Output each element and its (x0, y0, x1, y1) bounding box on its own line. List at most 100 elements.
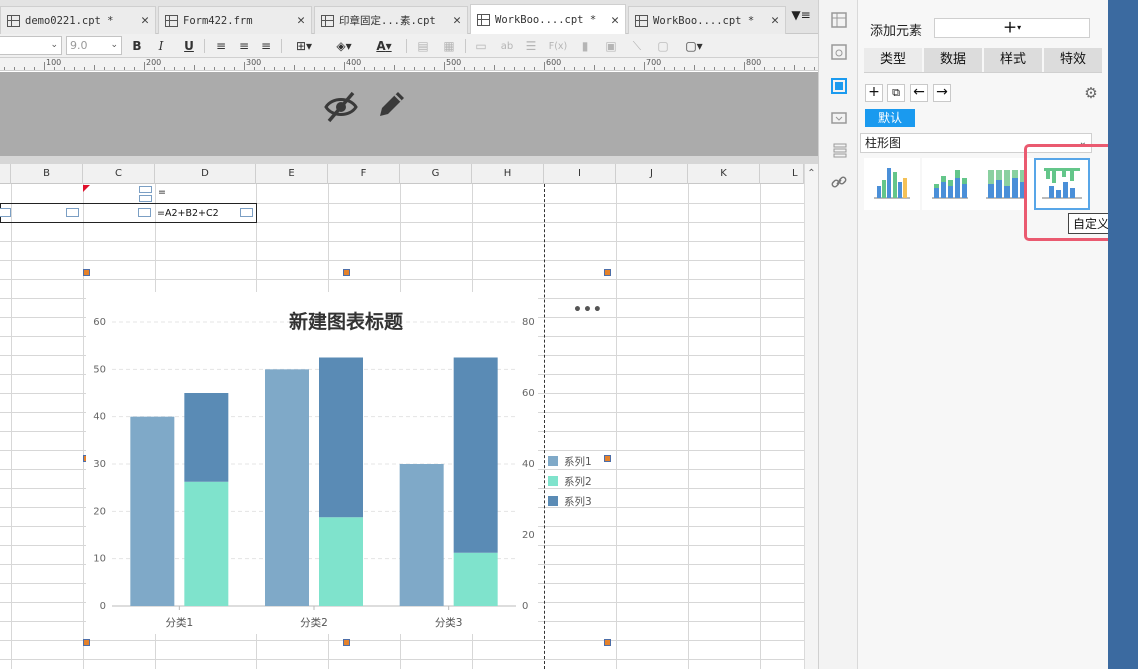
ruler-tick (654, 67, 655, 70)
ruler-tick (744, 62, 745, 70)
tab-list-dropdown-icon[interactable]: ▼≡ (790, 8, 812, 28)
list-attributes-icon[interactable] (831, 142, 847, 158)
default-chart-tab[interactable]: 默认 (865, 109, 915, 127)
column-header-k[interactable]: K (688, 164, 760, 184)
italic-button[interactable]: I (152, 37, 170, 55)
hyperlink-icon[interactable] (831, 174, 847, 190)
ruler-tick (144, 62, 145, 70)
tab-data[interactable]: 数据 (924, 48, 982, 72)
column-header-a[interactable] (0, 164, 11, 184)
column-header-h[interactable]: H (472, 164, 544, 184)
scroll-up-icon[interactable]: ⌃ (805, 168, 818, 179)
cell-attributes-icon[interactable] (831, 12, 847, 28)
column-header-g[interactable]: G (400, 164, 472, 184)
ruler-tick (464, 67, 465, 70)
legend-item-series1[interactable]: 系列1 (548, 454, 592, 468)
font-size-select[interactable]: 9.0 ⌄ (66, 36, 122, 55)
column-header-d[interactable]: D (155, 164, 256, 184)
condition-attributes-icon[interactable] (831, 110, 847, 126)
legend-item-series2[interactable]: 系列2 (548, 474, 592, 488)
y-left-tick-label: 50 (93, 364, 106, 375)
eye-slash-icon[interactable] (322, 88, 360, 126)
insert-image-icon[interactable]: ▣ (602, 37, 620, 55)
insert-richtext-icon[interactable]: ☰ (522, 37, 540, 55)
tab-divider (864, 72, 1102, 73)
insert-subreport-icon[interactable]: ▢ (654, 37, 672, 55)
side-rail (818, 0, 858, 669)
cell-grid[interactable]: = =A2+B2+C2 0 10 20 30 40 50 60 0 20 40 60 80 分类1 分类2… (0, 184, 804, 669)
insert-field-icon[interactable]: ▭ (472, 37, 490, 55)
tab-demo0221[interactable]: demo0221.cpt * ✕ (0, 6, 156, 34)
clustered-bar-thumb[interactable] (864, 158, 920, 210)
column-header-j[interactable]: J (616, 164, 688, 184)
underline-button[interactable]: U (180, 37, 198, 55)
chart-properties-panel: 添加元素 +▾ 类型 数据 样式 特效 + ⧉ ← → ⚙ 默认 柱形图 ⌄ 自… (858, 0, 1138, 669)
tab-form422[interactable]: Form422.frm ✕ (158, 6, 312, 34)
ruler-tick (734, 67, 735, 70)
stacked-bar-thumb[interactable] (922, 158, 978, 210)
bold-button[interactable]: B (128, 37, 146, 55)
align-right-icon[interactable]: ≡ (257, 37, 275, 55)
insert-text-icon[interactable]: ab (498, 37, 516, 55)
bar-series1 (265, 369, 309, 606)
font-color-glyph: A (376, 39, 386, 53)
bar-chart[interactable]: 0 10 20 30 40 50 60 0 20 40 60 80 分类1 分类2 分类3 (0, 184, 804, 669)
merge-cells-icon[interactable]: ▤ (414, 37, 432, 55)
close-icon[interactable]: ✕ (611, 13, 619, 28)
tab-seal-report[interactable]: 印章固定...素.cpt ✕ (314, 6, 468, 34)
chart-attributes-icon[interactable] (831, 78, 847, 94)
cell-border-icon[interactable]: ▢▾ (678, 37, 710, 55)
column-header-l[interactable]: L (760, 164, 804, 184)
widget-settings-icon[interactable] (831, 44, 847, 60)
add-chart-button[interactable]: + (865, 84, 883, 102)
legend-item-series3[interactable]: 系列3 (548, 494, 592, 508)
border-style-icon[interactable]: ⊞▾ (288, 37, 320, 55)
close-icon[interactable]: ✕ (771, 13, 779, 28)
column-header-i[interactable]: I (544, 164, 616, 184)
insert-formula-icon[interactable]: F(x) (546, 37, 570, 55)
vertical-scrollbar[interactable]: ⌃ (804, 164, 818, 669)
insert-chart-icon[interactable]: ▮ (576, 37, 594, 55)
format-toolbar: ⌄ 9.0 ⌄ B I U ≡ ≡ ≡ ⊞▾ ◈▾ A ▾ ▤ ▦ ▭ ab ☰ F… (0, 34, 818, 58)
tab-effects[interactable]: 特效 (1044, 48, 1102, 72)
ruler-tick (114, 67, 115, 70)
close-icon[interactable]: ✕ (141, 13, 149, 28)
y-left-tick-label: 10 (93, 554, 106, 565)
chart-more-icon[interactable]: ••• (573, 302, 603, 318)
pencil-icon[interactable] (374, 88, 408, 122)
move-right-icon[interactable]: → (933, 84, 951, 102)
horizontal-ruler: 100 200 300 400 500 600 700 800 (0, 58, 818, 71)
align-center-icon[interactable]: ≡ (235, 37, 253, 55)
column-header-e[interactable]: E (256, 164, 328, 184)
ruler-tick (274, 67, 275, 70)
font-family-select[interactable]: ⌄ (0, 36, 62, 55)
close-icon[interactable]: ✕ (297, 13, 305, 28)
chart-title[interactable]: 新建图表标题 (230, 307, 462, 334)
align-left-icon[interactable]: ≡ (212, 37, 230, 55)
ruler-tick (64, 67, 65, 70)
ruler-tick (674, 67, 675, 70)
close-icon[interactable]: ✕ (453, 13, 461, 28)
tab-type[interactable]: 类型 (864, 48, 922, 72)
gear-icon[interactable]: ⚙ (1082, 84, 1100, 102)
sheet-file-icon (635, 14, 648, 27)
move-left-icon[interactable]: ← (910, 84, 928, 102)
fill-color-icon[interactable]: ◈▾ (328, 37, 360, 55)
tab-label: WorkBoo....cpt * (495, 14, 597, 26)
split-cells-icon[interactable]: ▦ (440, 37, 458, 55)
font-color-icon[interactable]: A ▾ (368, 37, 400, 55)
chevron-down-icon: ▾ (1017, 23, 1022, 32)
tab-workbook-2[interactable]: WorkBoo....cpt * ✕ (628, 6, 786, 34)
copy-chart-icon[interactable]: ⧉ (887, 84, 905, 102)
ruler-tick (664, 67, 665, 70)
column-header-b[interactable]: B (11, 164, 83, 184)
insert-slash-icon[interactable]: ⟍ (628, 37, 646, 55)
column-header-f[interactable]: F (328, 164, 400, 184)
report-sheet[interactable]: B C D E F G H I J K L = =A2+B2+C2 0 10 2… (0, 164, 804, 669)
ruler-tick (264, 67, 265, 70)
tab-style[interactable]: 样式 (984, 48, 1042, 72)
column-header-c[interactable]: C (83, 164, 155, 184)
ruler-tick (324, 67, 325, 70)
tab-workbook-active[interactable]: WorkBoo....cpt * ✕ (470, 4, 626, 35)
add-element-button[interactable]: +▾ (934, 18, 1090, 38)
